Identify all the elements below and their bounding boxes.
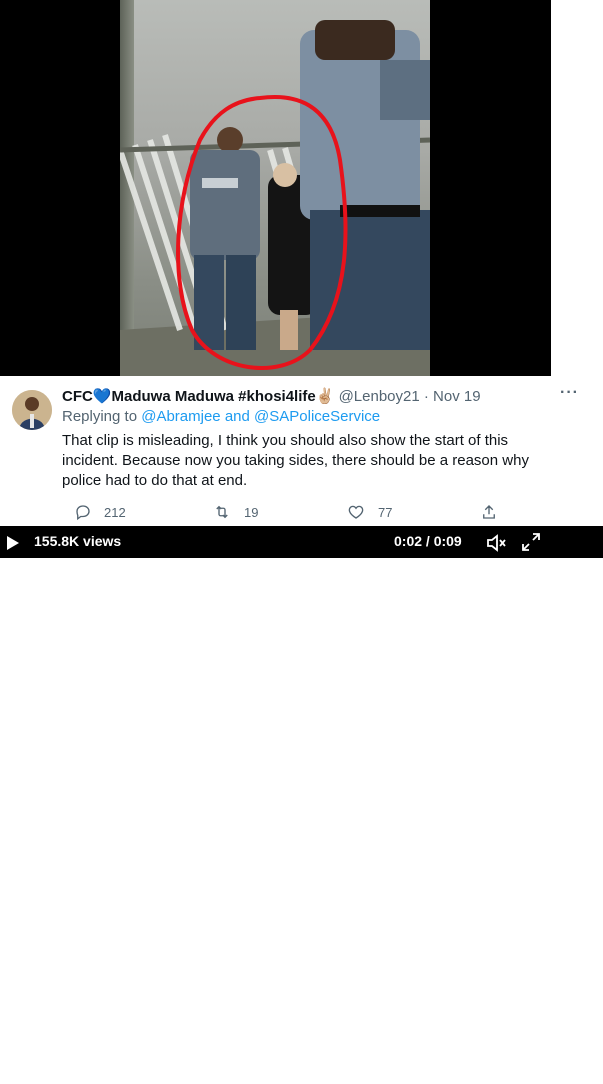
officer-left [190, 127, 260, 350]
officer-right [300, 20, 430, 350]
video-frame[interactable] [120, 0, 430, 376]
display-name[interactable]: CFC💙Maduwa Maduwa #khosi4life✌🏼 [62, 388, 334, 405]
tweet-card[interactable]: CFC💙Maduwa Maduwa #khosi4life✌🏼 @Lenboy2… [0, 376, 603, 526]
reply-icon [76, 505, 90, 521]
reply-count: 212 [104, 504, 126, 520]
like-count: 77 [378, 504, 393, 520]
play-icon[interactable] [6, 535, 20, 551]
share-icon [483, 505, 495, 519]
video-scene [120, 20, 430, 376]
page-margin-bottom-right [551, 1052, 603, 1084]
tweet-text: That clip is misleading, I think you sho… [62, 432, 529, 489]
retweet-button[interactable]: 19 [212, 503, 258, 521]
video-time: 0:02 / 0:09 [394, 533, 462, 549]
replying-to-label: Replying to [62, 408, 138, 425]
avatar[interactable] [12, 390, 52, 430]
like-button[interactable]: 77 [346, 503, 392, 521]
share-button[interactable] [480, 503, 498, 521]
avatar-image [12, 390, 52, 430]
mention-abramjee[interactable]: @Abramjee [141, 408, 220, 425]
replying-joiner: and [224, 408, 250, 425]
heart-icon [348, 505, 364, 519]
mention-sapoliceservice[interactable]: @SAPoliceService [254, 408, 380, 425]
date-separator: · [423, 388, 429, 405]
video-controls: 155.8K views 0:02 / 0:09 [0, 526, 551, 558]
tweet-date[interactable]: Nov 19 [433, 388, 481, 405]
tweet-actions: 212 19 77 [62, 503, 542, 523]
retweet-count: 19 [244, 504, 259, 520]
retweet-icon [216, 505, 228, 519]
video-controls-bar: 155.8K views 0:02 / 0:09 [0, 526, 603, 1084]
replying-to-line: Replying to @Abramjee and @SAPoliceServi… [62, 408, 380, 425]
reply-button[interactable]: 212 [74, 503, 126, 521]
fullscreen-icon[interactable] [521, 532, 541, 552]
page-margin-right [551, 0, 603, 376]
view-count: 155.8K views [34, 533, 122, 549]
more-icon[interactable]: ··· [560, 384, 579, 402]
user-handle[interactable]: @Lenboy21 [339, 388, 420, 405]
volume-icon[interactable] [486, 534, 508, 552]
tweet-header: CFC💙Maduwa Maduwa #khosi4life✌🏼 @Lenboy2… [62, 387, 481, 405]
